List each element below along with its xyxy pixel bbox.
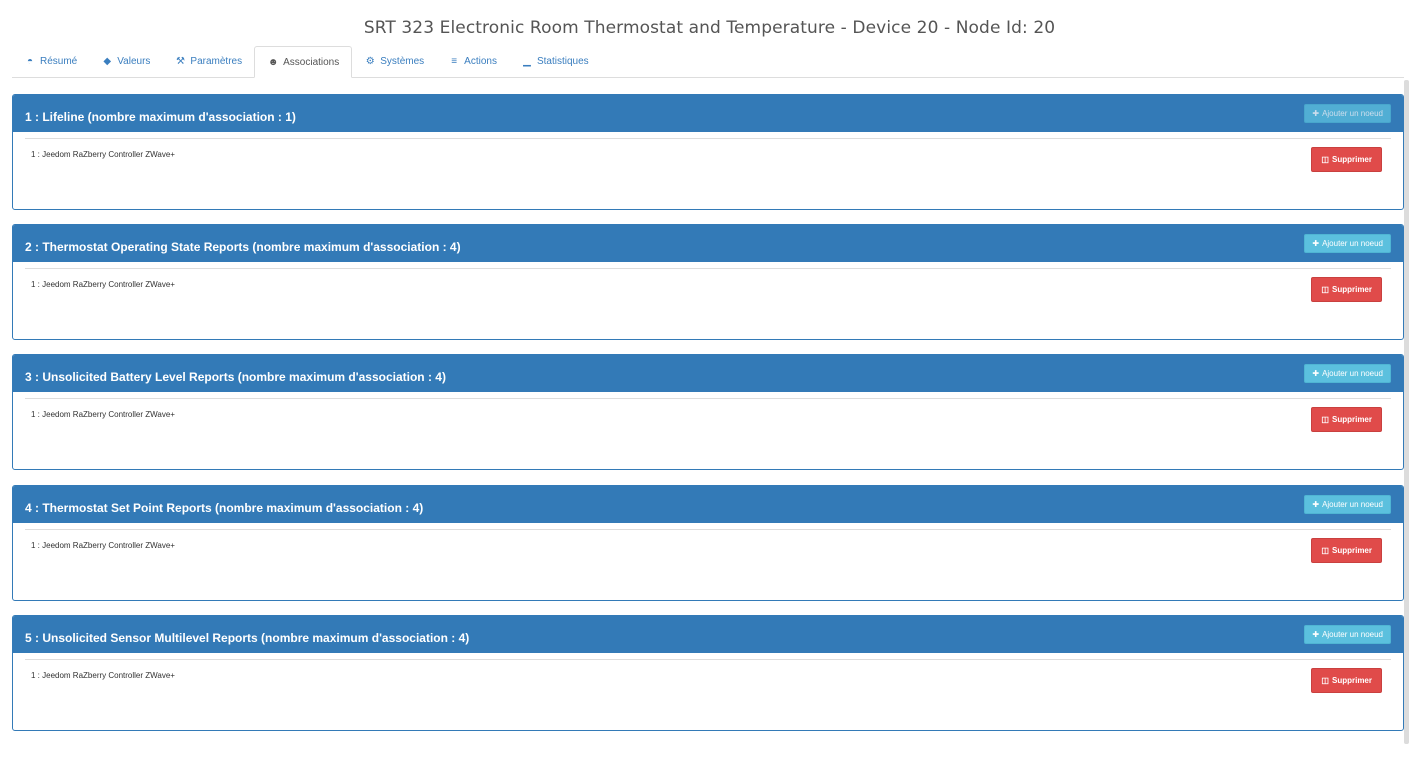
add-node-label: Ajouter un noeud (1322, 369, 1383, 378)
delete-label: Supprimer (1331, 285, 1372, 294)
delete-label: Supprimer (1331, 546, 1372, 555)
node-row: 1 : Jeedom RaZberry Controller ZWave+ ◫ … (25, 529, 1391, 589)
delete-node-button[interactable]: ◫ Supprimer (1311, 407, 1382, 432)
group-title: 1 : Lifeline (nombre maximum d'associati… (25, 109, 296, 124)
node-label: 1 : Jeedom RaZberry Controller ZWave+ (31, 150, 175, 159)
add-node-button[interactable]: ✚ Ajouter un noeud (1304, 234, 1391, 253)
plus-icon: ✚ (1312, 109, 1320, 118)
delete-node-button[interactable]: ◫ Supprimer (1311, 538, 1382, 563)
dashboard-icon: ◓ (26, 56, 34, 67)
delete-node-button[interactable]: ◫ Supprimer (1311, 147, 1382, 172)
add-node-button[interactable]: ✚ Ajouter un noeud (1304, 364, 1391, 383)
group-header: 5 : Unsolicited Sensor Multilevel Report… (13, 616, 1403, 653)
tab-associations[interactable]: ☻ Associations (254, 46, 353, 78)
node-row: 1 : Jeedom RaZberry Controller ZWave+ ◫ … (25, 268, 1391, 328)
add-node-button[interactable]: ✚ Ajouter un noeud (1304, 495, 1391, 514)
add-node-button[interactable]: ✚ Ajouter un noeud (1304, 625, 1391, 644)
group-header: 2 : Thermostat Operating State Reports (… (13, 225, 1403, 262)
trash-icon: ◫ (1321, 546, 1329, 555)
trash-icon: ◫ (1321, 415, 1329, 424)
group-title: 2 : Thermostat Operating State Reports (… (25, 239, 461, 254)
tab-valeurs[interactable]: ◆ Valeurs (89, 46, 162, 77)
node-label: 1 : Jeedom RaZberry Controller ZWave+ (31, 410, 175, 419)
tab-label: Paramètres (190, 56, 243, 67)
tag-icon: ◆ (103, 56, 112, 67)
tab-statistiques[interactable]: ▁ Statistiques (509, 46, 601, 77)
wrench-icon: ⚒ (175, 56, 185, 67)
group-title: 5 : Unsolicited Sensor Multilevel Report… (25, 630, 470, 645)
group-header: 1 : Lifeline (nombre maximum d'associati… (13, 95, 1403, 132)
tab-label: Systèmes (380, 56, 425, 67)
trash-icon: ◫ (1321, 285, 1329, 294)
sliders-icon: ≡ (451, 56, 458, 67)
node-label: 1 : Jeedom RaZberry Controller ZWave+ (31, 280, 175, 289)
association-group-4: 4 : Thermostat Set Point Reports (nombre… (12, 485, 1404, 601)
tab-label: Statistiques (536, 56, 589, 67)
users-icon: ☻ (267, 56, 279, 68)
node-label: 1 : Jeedom RaZberry Controller ZWave+ (31, 541, 175, 550)
delete-node-button[interactable]: ◫ Supprimer (1311, 277, 1382, 302)
add-node-label: Ajouter un noeud (1322, 109, 1383, 118)
group-title: 3 : Unsolicited Battery Level Reports (n… (25, 369, 446, 384)
plus-icon: ✚ (1312, 239, 1320, 248)
page-scrollbar[interactable] (1404, 80, 1409, 744)
association-group-2: 2 : Thermostat Operating State Reports (… (12, 224, 1404, 340)
page-title: SRT 323 Electronic Room Thermostat and T… (363, 18, 1056, 38)
plus-icon: ✚ (1312, 369, 1320, 378)
delete-label: Supprimer (1331, 676, 1372, 685)
tab-label: Associations (283, 56, 340, 68)
trash-icon: ◫ (1321, 155, 1329, 164)
trash-icon: ◫ (1321, 676, 1329, 685)
delete-label: Supprimer (1331, 415, 1372, 424)
tab-actions[interactable]: ≡ Actions (436, 46, 509, 77)
cogs-icon: ⚙ (365, 56, 375, 67)
plus-icon: ✚ (1312, 630, 1320, 639)
tab-label: Valeurs (117, 56, 151, 67)
tab-label: Résumé (40, 56, 78, 67)
association-group-3: 3 : Unsolicited Battery Level Reports (n… (12, 354, 1404, 470)
add-node-label: Ajouter un noeud (1322, 500, 1383, 509)
association-group-5: 5 : Unsolicited Sensor Multilevel Report… (12, 615, 1404, 731)
node-label: 1 : Jeedom RaZberry Controller ZWave+ (31, 671, 175, 680)
group-title: 4 : Thermostat Set Point Reports (nombre… (25, 500, 424, 515)
plus-icon: ✚ (1312, 500, 1320, 509)
tab-label: Actions (464, 56, 497, 67)
group-header: 3 : Unsolicited Battery Level Reports (n… (13, 355, 1403, 392)
group-header: 4 : Thermostat Set Point Reports (nombre… (13, 486, 1403, 523)
association-group-1: 1 : Lifeline (nombre maximum d'associati… (12, 94, 1404, 210)
tab-systemes[interactable]: ⚙ Systèmes (352, 46, 436, 77)
add-node-button[interactable]: ✚ Ajouter un noeud (1304, 104, 1391, 123)
tab-bar: ◓ Résumé ◆ Valeurs ⚒ Paramètres ☻ Associ… (12, 46, 1404, 78)
node-row: 1 : Jeedom RaZberry Controller ZWave+ ◫ … (25, 138, 1391, 198)
add-node-label: Ajouter un noeud (1322, 630, 1383, 639)
delete-node-button[interactable]: ◫ Supprimer (1311, 668, 1382, 693)
node-row: 1 : Jeedom RaZberry Controller ZWave+ ◫ … (25, 659, 1391, 719)
tab-resume[interactable]: ◓ Résumé (12, 46, 89, 77)
chart-icon: ▁ (523, 56, 531, 67)
node-row: 1 : Jeedom RaZberry Controller ZWave+ ◫ … (25, 398, 1391, 458)
tab-parametres[interactable]: ⚒ Paramètres (162, 46, 254, 77)
add-node-label: Ajouter un noeud (1322, 239, 1383, 248)
delete-label: Supprimer (1331, 155, 1372, 164)
